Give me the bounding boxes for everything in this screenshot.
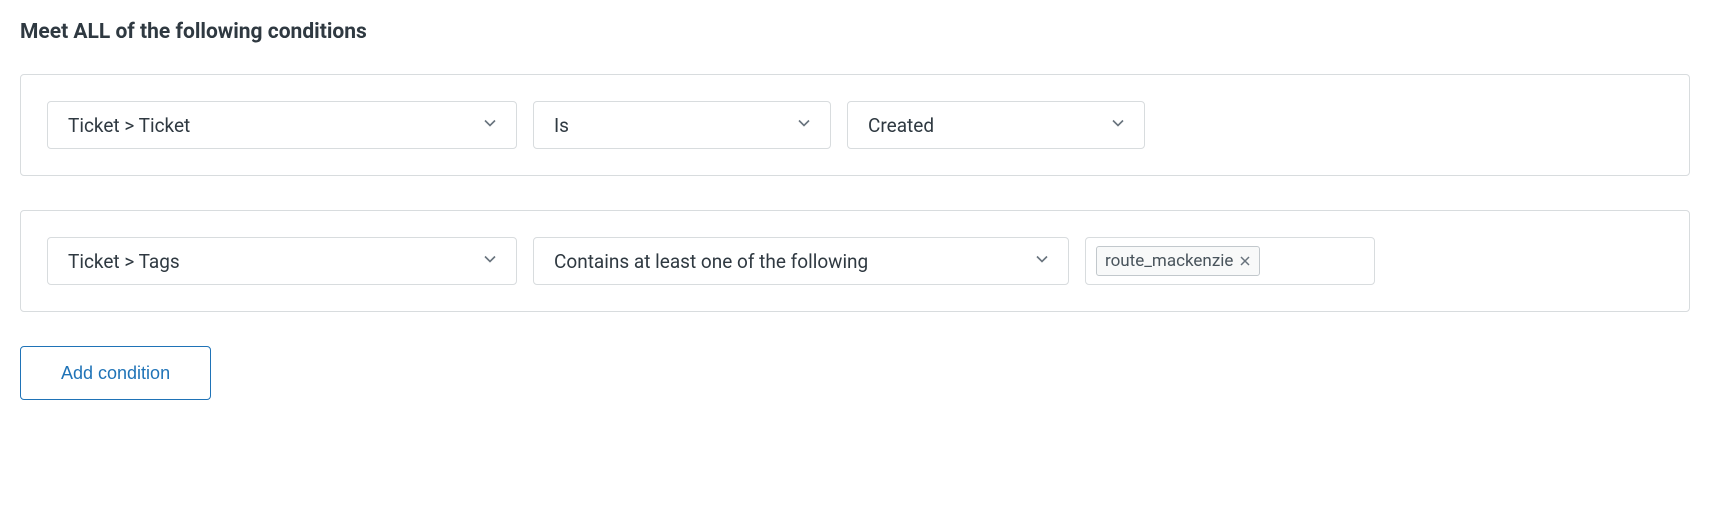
select-value: Created — [868, 114, 934, 137]
condition-field-select[interactable]: Ticket > Tags — [47, 237, 517, 285]
chevron-down-icon — [1110, 115, 1126, 136]
section-title: Meet ALL of the following conditions — [20, 20, 1690, 44]
chevron-down-icon — [796, 115, 812, 136]
chevron-down-icon — [1034, 251, 1050, 272]
condition-field-select[interactable]: Ticket > Ticket — [47, 101, 517, 149]
condition-row: Ticket > Tags Contains at least one of t… — [20, 210, 1690, 312]
conditions-section: Meet ALL of the following conditions Tic… — [20, 20, 1690, 400]
tag-pill: route_mackenzie — [1096, 246, 1260, 276]
select-value: Contains at least one of the following — [554, 250, 868, 273]
add-condition-button[interactable]: Add condition — [20, 346, 211, 400]
condition-value-select[interactable]: Created — [847, 101, 1145, 149]
condition-operator-select[interactable]: Contains at least one of the following — [533, 237, 1069, 285]
condition-operator-select[interactable]: Is — [533, 101, 831, 149]
select-value: Is — [554, 114, 569, 137]
chevron-down-icon — [482, 251, 498, 272]
tag-label: route_mackenzie — [1105, 251, 1233, 271]
remove-tag-icon[interactable] — [1239, 255, 1251, 267]
chevron-down-icon — [482, 115, 498, 136]
select-value: Ticket > Ticket — [68, 114, 190, 137]
condition-tag-input[interactable]: route_mackenzie — [1085, 237, 1375, 285]
select-value: Ticket > Tags — [68, 250, 180, 273]
condition-row: Ticket > Ticket Is Created — [20, 74, 1690, 176]
